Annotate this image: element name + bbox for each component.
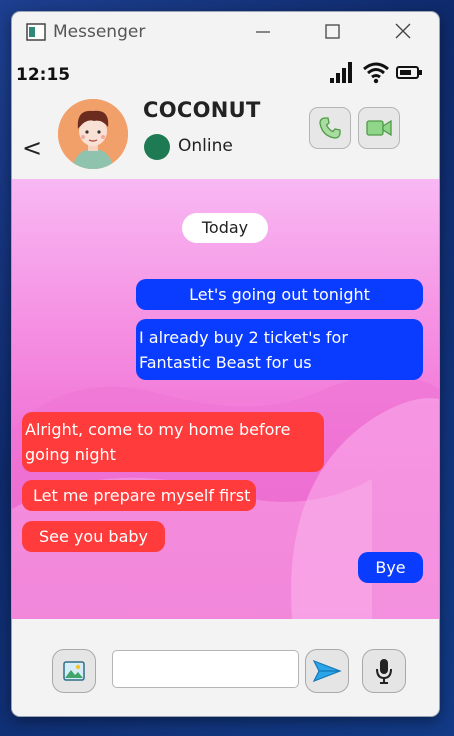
window-title: Messenger: [53, 22, 146, 42]
online-status-dot: [144, 134, 170, 160]
message-bubble-outgoing: Bye: [358, 552, 423, 583]
video-call-button[interactable]: [358, 107, 400, 149]
voice-record-button[interactable]: [362, 649, 406, 693]
video-camera-icon: [366, 119, 392, 137]
back-arrow-icon[interactable]: <: [22, 134, 42, 162]
contact-name: COCONUT: [143, 98, 261, 122]
signal-icon: [330, 62, 352, 83]
message-bubble-incoming: Alright, come to my home before going ni…: [22, 412, 324, 472]
status-time: 12:15: [16, 65, 71, 85]
microphone-icon: [376, 659, 392, 684]
voice-call-button[interactable]: [309, 107, 351, 149]
message-input[interactable]: [112, 650, 299, 688]
message-bubble-incoming: Let me prepare myself first: [22, 480, 256, 511]
contact-status: Online: [178, 136, 233, 156]
title-bar: Messenger: [12, 12, 439, 52]
message-bubble-incoming: See you baby: [22, 521, 165, 552]
message-bubble-outgoing: Let's going out tonight: [136, 279, 423, 310]
close-icon[interactable]: [388, 20, 418, 44]
avatar: [58, 99, 128, 169]
avatar-illustration: [58, 99, 128, 169]
wifi-icon: [363, 62, 389, 84]
maximize-icon[interactable]: [317, 20, 347, 44]
app-icon: [26, 23, 46, 41]
messenger-window: Messenger 12:15 < COCONUT Online Today L…: [12, 12, 439, 716]
battery-icon: [396, 66, 422, 79]
phone-icon: [319, 117, 341, 139]
status-icons: [330, 62, 422, 84]
send-icon: [312, 659, 342, 683]
send-button[interactable]: [305, 649, 349, 693]
message-bubble-outgoing: I already buy 2 ticket's for Fantastic B…: [136, 319, 423, 380]
chat-area[interactable]: Today Let's going out tonight I already …: [12, 179, 439, 619]
attach-image-button[interactable]: [52, 649, 96, 693]
image-icon: [63, 661, 85, 681]
day-separator: Today: [182, 213, 268, 243]
minimize-icon[interactable]: [248, 20, 278, 44]
message-composer: [12, 619, 439, 716]
